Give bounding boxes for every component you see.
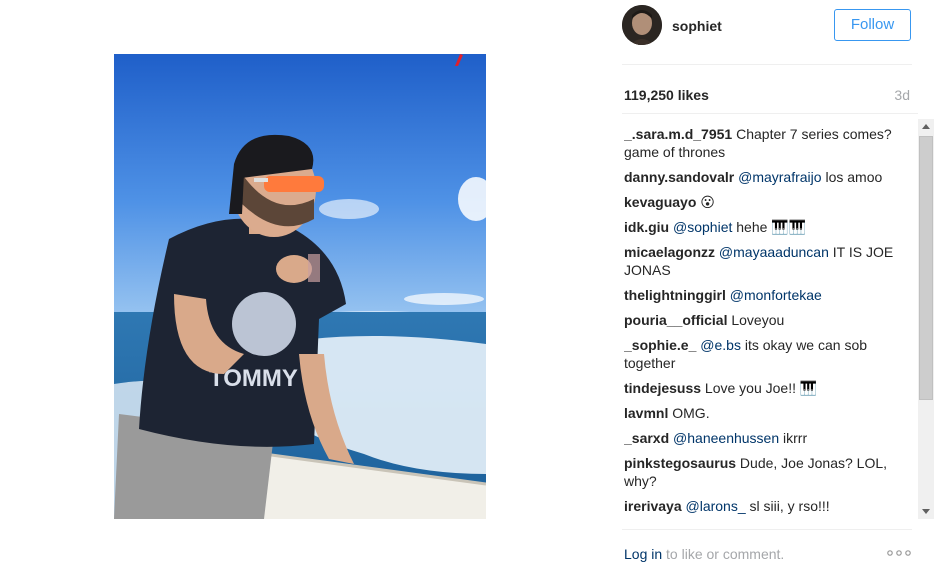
comment-text: sl siii, y rso!!! — [749, 498, 830, 514]
post-details-panel: sophiet Follow 119,250 likes 3d _.sara.m… — [622, 0, 918, 585]
comment-item: _.sara.m.d_7951 Chapter 7 series comes?g… — [624, 125, 904, 161]
ellipsis-icon[interactable] — [886, 545, 912, 561]
comment-username[interactable]: kevaguayo — [624, 194, 696, 210]
comment-item: tindejesuss Love you Joe!! 🎹 — [624, 379, 904, 397]
comment-mention[interactable]: @mayrafraijo — [738, 169, 821, 185]
comment-username[interactable]: pinkstegosaurus — [624, 455, 736, 471]
comment-username[interactable]: _sophie.e_ — [624, 337, 696, 353]
footer-divider — [622, 529, 912, 530]
post-photo[interactable]: TOMMY — [114, 54, 486, 519]
comment-username[interactable]: lavmnl — [624, 405, 668, 421]
comment-username[interactable]: thelightninggirl — [624, 287, 726, 303]
comment-username[interactable]: _sarxd — [624, 430, 669, 446]
comment-item: _sophie.e_ @e.bs its okay we can sob tog… — [624, 336, 904, 372]
comment-mention[interactable]: @e.bs — [700, 337, 741, 353]
comment-text: 😮 — [700, 194, 715, 210]
comment-item: micaelagonzz @mayaaaduncan IT IS JOE JON… — [624, 243, 904, 279]
comment-item: thelightninggirl @monfortekae — [624, 286, 904, 304]
comment-text: los amoo — [825, 169, 883, 185]
likes-count[interactable]: 119,250 likes — [624, 87, 709, 103]
comment-item: irerivaya @larons_ sl siii, y rso!!! — [624, 497, 904, 515]
comment-username[interactable]: irerivaya — [624, 498, 682, 514]
comment-item: lavmnl OMG. — [624, 404, 904, 422]
comment-text: Loveyou — [731, 312, 785, 328]
comment-item: pouria__official Loveyou — [624, 311, 904, 329]
comment-username[interactable]: pouria__official — [624, 312, 727, 328]
comment-mention[interactable]: @monfortekae — [730, 287, 822, 303]
post-time[interactable]: 3d — [894, 87, 910, 103]
likes-divider — [622, 113, 918, 114]
scroll-up-arrow-icon — [922, 124, 930, 129]
post-header: sophiet Follow — [622, 5, 912, 47]
comment-item: idk.giu @sophiet hehe 🎹🎹 — [624, 218, 904, 236]
profile-picture-icon — [622, 5, 662, 45]
comment-text: hehe 🎹🎹 — [736, 219, 807, 235]
login-prompt: Log in to like or comment. — [624, 546, 784, 562]
comment-username[interactable]: _.sara.m.d_7951 — [624, 126, 732, 142]
comment-username[interactable]: danny.sandovalr — [624, 169, 734, 185]
comment-mention[interactable]: @larons_ — [686, 498, 746, 514]
comment-item: danny.sandovalr @mayrafraijo los amoo — [624, 168, 904, 186]
comment-text: Love you Joe!! 🎹 — [704, 380, 818, 396]
comments-list: _.sara.m.d_7951 Chapter 7 series comes?g… — [624, 125, 908, 517]
avatar[interactable] — [622, 5, 662, 45]
comment-username[interactable]: micaelagonzz — [624, 244, 715, 260]
comment-mention[interactable]: @sophiet — [673, 219, 732, 235]
comment-username[interactable]: tindejesuss — [624, 380, 701, 396]
comment-text: ikrrr — [783, 430, 808, 446]
comment-mention[interactable]: @mayaaaduncan — [719, 244, 829, 260]
decorative-mark-icon — [455, 54, 463, 66]
comments-scrollbar[interactable] — [918, 119, 934, 519]
scroll-down-arrow-icon — [922, 509, 930, 514]
comment-username[interactable]: idk.giu — [624, 219, 669, 235]
scrollbar-thumb[interactable] — [919, 136, 933, 400]
comment-text: OMG. — [672, 405, 710, 421]
comment-item: _sarxd @haneenhussen ikrrr — [624, 429, 904, 447]
login-prompt-text: to like or comment. — [662, 546, 785, 562]
scroll-down-button[interactable] — [918, 503, 934, 519]
scroll-up-button[interactable] — [918, 119, 934, 135]
header-divider — [622, 64, 912, 65]
comment-mention[interactable]: @haneenhussen — [673, 430, 779, 446]
comment-item: kevaguayo 😮 — [624, 193, 904, 211]
photo-image: TOMMY — [114, 54, 486, 519]
post-username[interactable]: sophiet — [672, 18, 722, 34]
comment-item: pinkstegosaurus Dude, Joe Jonas? LOL, wh… — [624, 454, 904, 490]
follow-button[interactable]: Follow — [834, 9, 911, 41]
login-link[interactable]: Log in — [624, 546, 662, 562]
